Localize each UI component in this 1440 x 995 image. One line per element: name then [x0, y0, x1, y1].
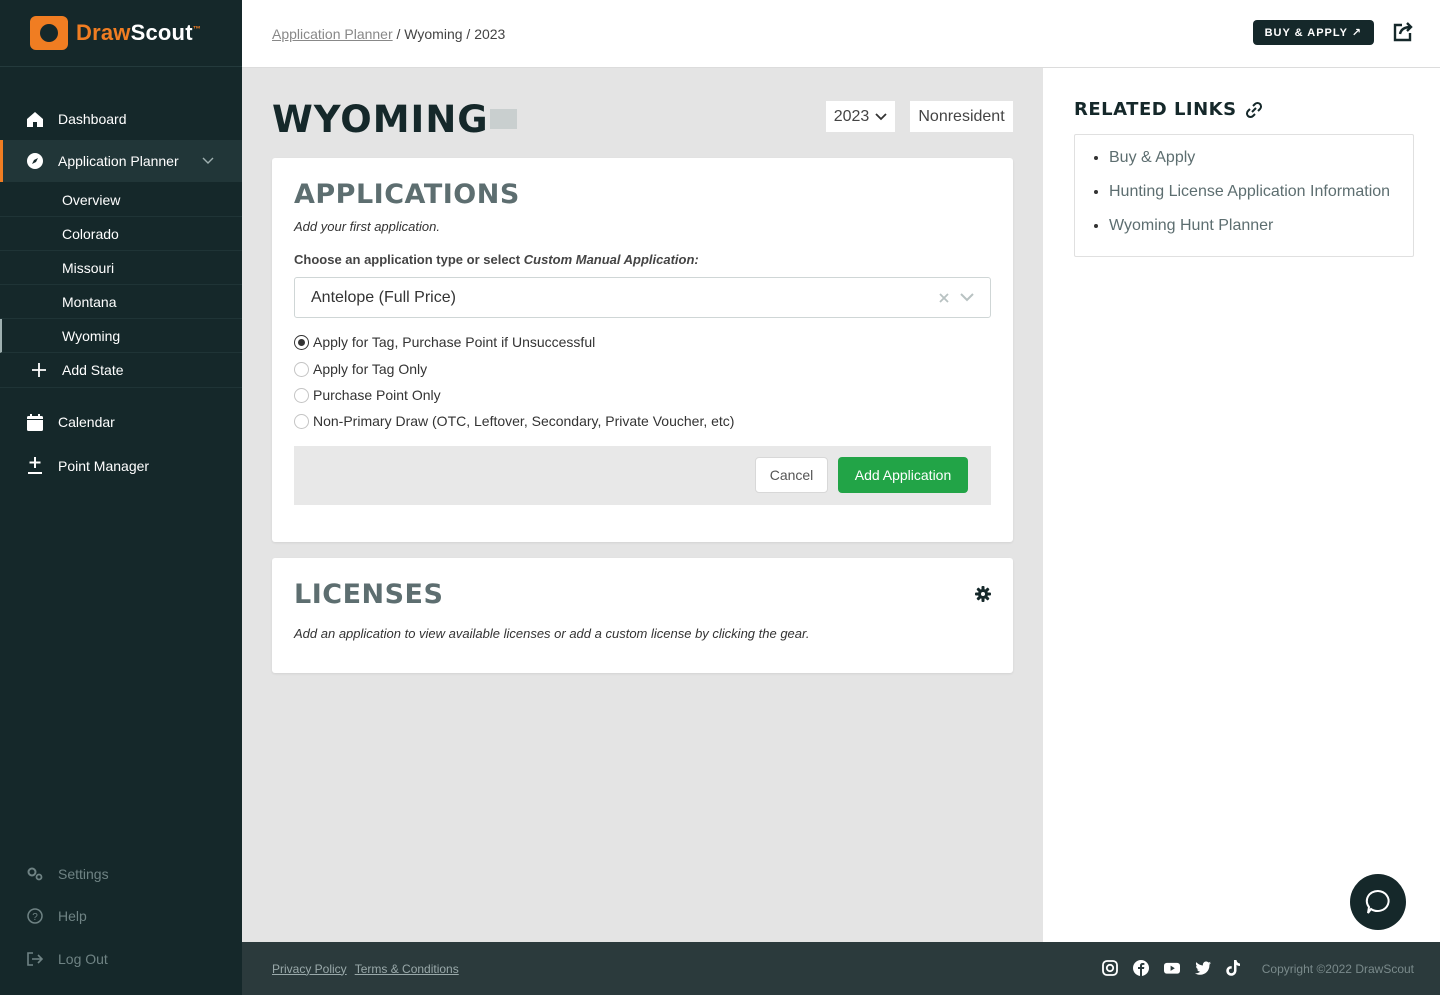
radio-button[interactable] [294, 361, 309, 377]
sidebar-item-settings[interactable]: Settings [0, 853, 242, 896]
share-icon[interactable] [1392, 21, 1414, 43]
home-icon [26, 111, 44, 127]
breadcrumb-link-application-planner[interactable]: Application Planner [272, 26, 393, 42]
licenses-subtitle: Add an application to view available lic… [294, 626, 810, 641]
chat-button[interactable] [1350, 874, 1406, 930]
related-link-buy-apply[interactable]: Buy & Apply [1109, 149, 1413, 183]
svg-text:?: ? [32, 912, 38, 923]
main-content: WYOMING 2023 Nonresident APPLICATIONS Ad… [242, 68, 1043, 942]
sidebar-subitem-montana[interactable]: Montana [0, 285, 242, 319]
radio-purchase-point-only[interactable]: Purchase Point Only [294, 387, 441, 403]
logout-icon [26, 951, 44, 966]
twitter-icon[interactable] [1195, 960, 1211, 976]
breadcrumb: Application Planner / Wyoming / 2023 [272, 25, 506, 42]
state-flag-icon [490, 109, 517, 129]
sidebar-item-calendar[interactable]: Calendar [0, 401, 242, 443]
applications-subtitle: Add your first application. [294, 219, 440, 234]
sidebar-item-point-manager[interactable]: Point Manager [0, 445, 242, 487]
chevron-down-icon[interactable] [960, 293, 974, 303]
sidebar-subitem-colorado[interactable]: Colorado [0, 217, 242, 251]
plus-icon [30, 363, 48, 377]
chevron-down-icon [875, 112, 887, 120]
logo[interactable]: DrawScout™ [0, 0, 242, 67]
radio-button[interactable] [294, 413, 309, 429]
gears-icon [26, 867, 44, 881]
related-links-panel: RELATED LINKS Buy & Apply Hunting Licens… [1043, 68, 1440, 942]
residency-select[interactable]: Nonresident [910, 101, 1013, 132]
sidebar-item-application-planner[interactable]: Application Planner [0, 140, 242, 182]
chat-bubble-icon [1365, 889, 1390, 914]
compass-icon [26, 153, 44, 169]
application-type-select[interactable]: Antelope (Full Price) [294, 277, 991, 318]
year-select[interactable]: 2023 [826, 101, 895, 132]
related-links-title: RELATED LINKS [1074, 99, 1263, 120]
sidebar-subitem-overview[interactable]: Overview [0, 183, 242, 217]
radio-apply-tag-purchase-point[interactable]: Apply for Tag, Purchase Point if Unsucce… [294, 334, 595, 350]
radio-button[interactable] [294, 387, 309, 403]
add-application-button[interactable]: Add Application [838, 457, 968, 493]
tiktok-icon[interactable] [1226, 960, 1242, 976]
plus-minus-icon [26, 457, 44, 475]
sidebar: DrawScout™ Dashboard Application Planner… [0, 0, 242, 995]
form-actions: Cancel Add Application [294, 446, 991, 505]
applications-title: APPLICATIONS [294, 179, 520, 210]
youtube-icon[interactable] [1164, 960, 1180, 976]
licenses-card: LICENSES Add an application to view avai… [272, 558, 1013, 673]
applications-card: APPLICATIONS Add your first application.… [272, 158, 1013, 542]
cancel-button[interactable]: Cancel [755, 457, 828, 493]
radio-non-primary-draw[interactable]: Non-Primary Draw (OTC, Leftover, Seconda… [294, 413, 734, 429]
brand-name: DrawScout™ [76, 20, 201, 45]
help-icon: ? [26, 908, 44, 924]
radio-button-selected[interactable] [294, 334, 309, 350]
footer: Privacy Policy Terms & Conditions Copyri… [242, 942, 1440, 995]
privacy-policy-link[interactable]: Privacy Policy [272, 962, 347, 976]
chevron-down-icon[interactable] [202, 154, 214, 168]
sidebar-item-dashboard[interactable]: Dashboard [0, 98, 242, 140]
instagram-icon[interactable] [1102, 960, 1118, 976]
related-link-wyoming-hunt-planner[interactable]: Wyoming Hunt Planner [1109, 217, 1413, 251]
licenses-title: LICENSES [294, 579, 444, 610]
copyright: Copyright ©2022 DrawScout [1261, 962, 1414, 976]
calendar-icon [26, 413, 44, 431]
page-title: WYOMING [272, 98, 489, 141]
top-bar: Application Planner / Wyoming / 2023 BUY… [242, 0, 1440, 68]
facebook-icon[interactable] [1133, 960, 1149, 976]
sidebar-item-log-out[interactable]: Log Out [0, 938, 242, 981]
related-links-list: Buy & Apply Hunting License Application … [1074, 134, 1414, 257]
sidebar-item-help[interactable]: ? Help [0, 895, 242, 938]
clear-icon[interactable] [938, 292, 950, 304]
sidebar-subitem-wyoming[interactable]: Wyoming [0, 319, 242, 353]
terms-conditions-link[interactable]: Terms & Conditions [355, 962, 459, 976]
radio-apply-tag-only[interactable]: Apply for Tag Only [294, 361, 427, 377]
related-link-hunting-license-info[interactable]: Hunting License Application Information [1109, 183, 1413, 217]
social-links [1102, 960, 1242, 976]
drawscout-logo-icon [30, 16, 68, 50]
sidebar-item-add-state[interactable]: Add State [0, 353, 242, 388]
gear-icon[interactable] [975, 586, 991, 602]
link-icon [1245, 101, 1262, 118]
sidebar-subitem-missouri[interactable]: Missouri [0, 251, 242, 285]
buy-and-apply-button[interactable]: BUY & APPLY ↗ [1252, 20, 1374, 45]
application-type-label: Choose an application type or select Cus… [294, 252, 699, 267]
